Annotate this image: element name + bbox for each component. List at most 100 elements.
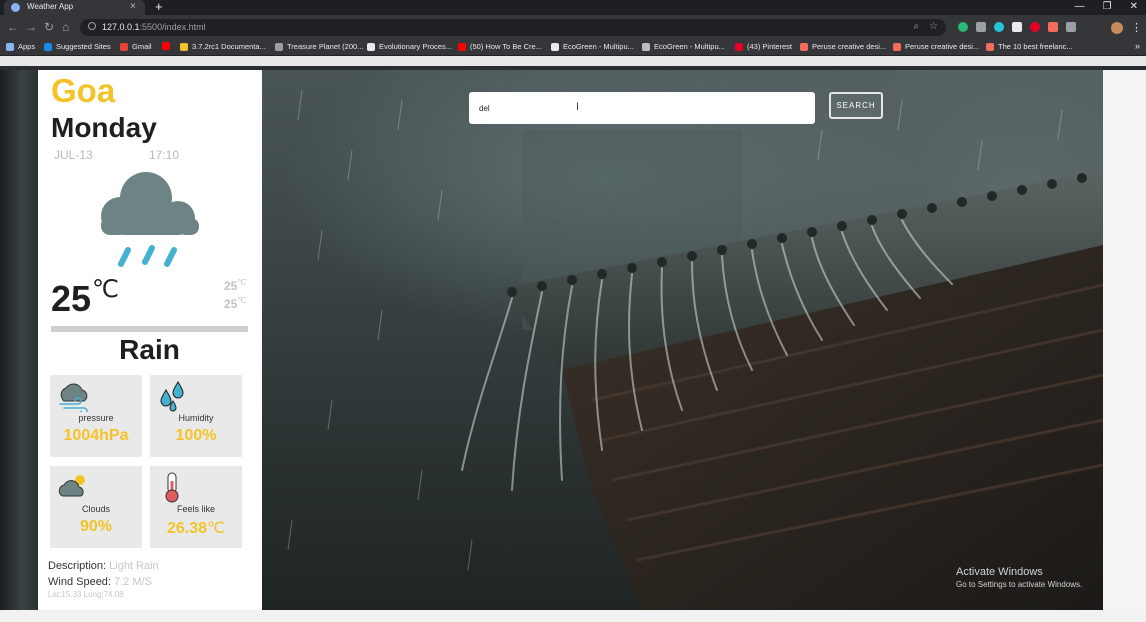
bookmark-item[interactable]: Peruse creative desi... [800, 42, 886, 51]
globe-icon [11, 3, 20, 12]
bookmarks-bar: Apps Suggested Sites Gmail 3.7.2rc1 Documen… [0, 40, 1146, 56]
bookmark-favicon-icon [44, 42, 52, 51]
max-temperature: 25℃ [224, 278, 247, 293]
bookmark-item[interactable]: Apps [6, 42, 35, 51]
bookmark-item[interactable]: (43) Pinterest [735, 42, 792, 51]
tile-label: Humidity [178, 413, 214, 423]
page-bottom-strip [0, 610, 1146, 622]
temperature-unit: ℃ [92, 276, 119, 303]
bookmark-label: Peruse creative desi... [812, 42, 887, 51]
page-margin-right [1103, 70, 1146, 610]
close-tab-icon[interactable]: × [130, 1, 136, 13]
bookmark-favicon-icon [120, 42, 128, 51]
notion-extension-icon[interactable] [1012, 22, 1022, 32]
url-text[interactable]: 127.0.0.1:5500/index.html [102, 22, 206, 32]
home-icon[interactable]: ⌂ [62, 20, 69, 34]
tile-label: Feels like [176, 504, 215, 514]
bookmark-favicon-icon [551, 42, 559, 51]
tile-label: Clouds [81, 504, 110, 514]
feels-like-tile: Feels like 26.38℃ [150, 466, 242, 548]
background-image-left [0, 70, 38, 610]
reload-icon[interactable]: ↻ [44, 20, 54, 34]
extension-icon[interactable] [1048, 22, 1058, 32]
profile-avatar[interactable] [1111, 22, 1123, 34]
address-bar[interactable]: 127.0.0.1:5500/index.html ⌕ ☆ [80, 19, 946, 36]
search-button[interactable]: SEARCH [829, 92, 883, 119]
bookmark-favicon-icon [458, 42, 466, 51]
tab-strip: Weather App × + — ❐ ✕ [0, 0, 1146, 15]
bookmark-favicon-icon [6, 42, 14, 51]
bookmark-item[interactable]: Gmail [120, 42, 152, 51]
bookmark-favicon-icon [275, 42, 283, 51]
bookmark-label: The 10 best freelanc... [998, 42, 1073, 51]
tab-title: Weather App [27, 2, 74, 11]
browser-tab[interactable]: Weather App × [4, 0, 145, 15]
forward-icon[interactable]: → [25, 20, 37, 34]
bookmark-item[interactable]: EcoGreen - Multipu... [551, 42, 634, 51]
city-name: Goa [51, 72, 116, 109]
bookmark-item[interactable]: EcoGreen - Multipu... [642, 42, 725, 51]
wind-cloud-icon [59, 383, 88, 412]
bookmark-item[interactable]: Evolutionary Proces... [367, 42, 452, 51]
clouds-value: 90% [79, 518, 113, 535]
feels-like-value: 26.38℃ [166, 520, 225, 537]
bookmark-favicon-icon [986, 42, 994, 51]
wind-speed-row: Wind Speed: 7.2 M/S [48, 576, 152, 588]
humidity-value: 100% [175, 427, 217, 444]
bookmark-star-icon[interactable]: ☆ [929, 21, 938, 32]
rain-background-image: I SEARCH Activate Windows Go to Settings… [262, 70, 1103, 610]
bookmark-label: EcoGreen - Multipu... [654, 42, 725, 51]
more-bookmarks-icon[interactable]: » [1135, 41, 1140, 51]
bookmark-label: Treasure Planet (200... [287, 42, 364, 51]
bookmark-label: Peruse creative desi... [905, 42, 980, 51]
bookmark-label: EcoGreen - Multipu... [563, 42, 634, 51]
bookmark-item[interactable]: The 10 best freelanc... [986, 42, 1073, 51]
rain-cloud-icon [101, 172, 199, 267]
city-search-input[interactable] [469, 92, 815, 124]
pressure-tile: pressure 1004hPa [50, 375, 142, 457]
rain-roof-illustration [287, 89, 1103, 610]
bookmark-item[interactable]: Treasure Planet (200... [275, 42, 363, 51]
thermometer-icon [165, 472, 179, 503]
clouds-tile: Clouds 90% [50, 466, 142, 548]
puzzle-icon[interactable] [1066, 22, 1076, 32]
zoom-search-icon[interactable]: ⌕ [913, 21, 919, 32]
info-icon[interactable] [88, 22, 96, 30]
bookmark-label: Suggested Sites [56, 42, 111, 51]
water-drops-icon [160, 381, 184, 412]
cloud-sun-icon [58, 475, 85, 497]
windows-activation-watermark: Activate Windows Go to Settings to activ… [956, 566, 1083, 589]
back-icon[interactable]: ← [7, 20, 19, 34]
pinterest-extension-icon[interactable] [1030, 22, 1040, 32]
pressure-value: 1004hPa [63, 427, 129, 444]
grammarly-extension-icon[interactable] [958, 22, 968, 32]
bookmark-item[interactable]: Suggested Sites [44, 42, 111, 51]
new-tab-button[interactable]: + [155, 0, 163, 14]
camera-extension-icon[interactable] [976, 22, 986, 32]
description-row: Description: Light Rain [48, 560, 159, 572]
bookmark-label: (43) Pinterest [747, 42, 793, 51]
weather-page: Goa Monday JUL-13 17:10 25 ℃ 25℃ 25℃ Rai… [0, 56, 1146, 622]
current-temperature: 25 [51, 278, 92, 319]
bookmark-label: Gmail [132, 42, 152, 51]
weather-card: Goa Monday JUL-13 17:10 25 ℃ 25℃ 25℃ Rai… [38, 70, 262, 610]
bookmark-label: 3.7.2rc1 Documenta... [192, 42, 266, 51]
tile-label: pressure [78, 413, 114, 423]
bookmark-item[interactable]: 3.7.2rc1 Documenta... [180, 42, 266, 51]
text-cursor-icon: I [576, 101, 580, 113]
bookmark-label: Apps [18, 42, 36, 51]
bookmark-item[interactable] [162, 42, 174, 50]
window-controls: — ❐ ✕ [1075, 1, 1138, 13]
bookmark-favicon-icon [642, 42, 650, 51]
maximize-icon[interactable]: ❐ [1103, 1, 1112, 13]
color-extension-icon[interactable] [994, 22, 1004, 32]
bookmark-item[interactable]: Peruse creative desi... [893, 42, 979, 51]
time-label: 17:10 [149, 148, 180, 162]
bookmark-favicon-icon [180, 42, 188, 51]
bookmark-item[interactable]: (50) How To Be Cre... [458, 42, 542, 51]
humidity-tile: Humidity 100% [150, 375, 242, 457]
bookmark-favicon-icon [162, 42, 170, 50]
minimize-icon[interactable]: — [1075, 1, 1085, 13]
menu-icon[interactable]: ⋮ [1131, 21, 1142, 34]
close-window-icon[interactable]: ✕ [1130, 1, 1138, 13]
